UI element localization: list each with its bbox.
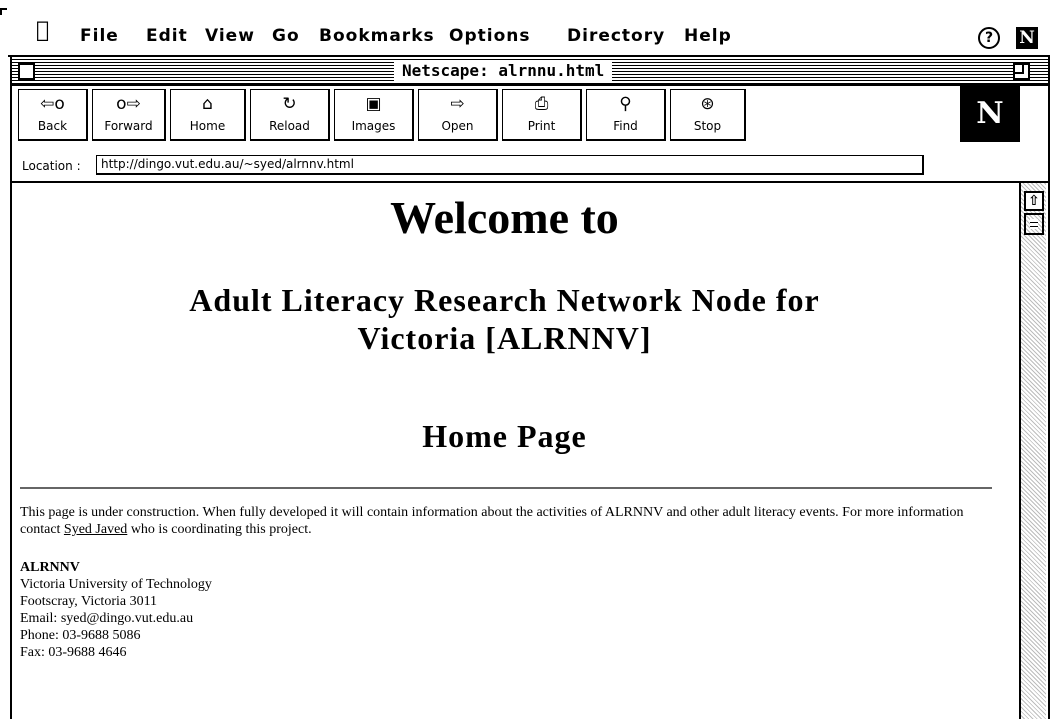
house-icon: ⌂ [202, 94, 213, 114]
toolbar: ⇦o Back o⇨ Forward ⌂ Home ↻ Reload ▣ Ima… [12, 86, 1048, 148]
title-bar[interactable]: Netscape: alrnnu.html [12, 57, 1048, 86]
find-button[interactable]: ⚲ Find [586, 89, 666, 141]
scroll-thumb[interactable] [1024, 213, 1044, 235]
organization-title-line2: Victoria [ALRNNV] [357, 320, 652, 356]
location-field[interactable]: http://dingo.vut.edu.au/~syed/alrnnv.htm… [96, 155, 924, 175]
horizontal-rule [20, 487, 992, 489]
back-button-label: Back [37, 119, 68, 133]
forward-button-label: Forward [104, 119, 153, 133]
printer-icon: ⎙ [534, 94, 549, 114]
help-balloon-icon[interactable]: ? [978, 27, 1000, 49]
home-button[interactable]: ⌂ Home [170, 89, 246, 141]
images-button[interactable]: ▣ Images [334, 89, 414, 141]
stop-icon: ⊛ [700, 94, 715, 114]
open-button[interactable]: ⇨ Open [418, 89, 498, 141]
reload-button[interactable]: ↻ Reload [250, 89, 330, 141]
open-icon: ⇨ [450, 94, 465, 114]
reload-button-label: Reload [269, 119, 310, 133]
scroll-up-arrow-icon[interactable]: ⇧ [1024, 191, 1044, 211]
stop-button[interactable]: ⊛ Stop [670, 89, 746, 141]
contact-fax: Fax: 03-9688 4646 [20, 645, 127, 660]
back-arrow-icon: ⇦o [40, 94, 65, 114]
page-content: Welcome to Adult Literacy Research Netwo… [12, 183, 1017, 719]
menu-bar:  File Edit View Go Bookmarks Options Di… [0, 0, 1050, 57]
menu-options[interactable]: Options [449, 26, 530, 46]
menu-edit[interactable]: Edit [146, 26, 188, 46]
vertical-scrollbar[interactable]: ⇧ [1019, 183, 1046, 719]
images-button-label: Images [351, 119, 396, 133]
find-button-label: Find [613, 119, 638, 133]
page-subheading: Home Page [422, 418, 587, 454]
print-button[interactable]: ⎙ Print [502, 89, 582, 141]
contact-phone: Phone: 03-9688 5086 [20, 628, 141, 643]
contact-email: Email: syed@dingo.vut.edu.au [20, 611, 194, 626]
menu-help[interactable]: Help [684, 26, 732, 46]
images-icon: ▣ [365, 94, 382, 114]
location-bar: Location : http://dingo.vut.edu.au/~syed… [12, 149, 1048, 183]
menu-view[interactable]: View [205, 26, 255, 46]
page-heading: Welcome to [390, 192, 619, 243]
menu-file[interactable]: File [80, 26, 119, 46]
organization-title: Adult Literacy Research Network Node for… [12, 281, 997, 357]
intro-paragraph: This page is under construction. When fu… [20, 504, 995, 538]
location-label: Location : [22, 159, 81, 173]
forward-arrow-icon: o⇨ [116, 94, 141, 114]
menu-go[interactable]: Go [272, 26, 300, 46]
netscape-app-icon[interactable]: N [1016, 27, 1038, 49]
organization-title-line1: Adult Literacy Research Network Node for [189, 282, 820, 318]
back-button[interactable]: ⇦o Back [18, 89, 88, 141]
print-button-label: Print [527, 119, 556, 133]
apple-icon[interactable]:  [36, 20, 49, 42]
screen-corner [0, 8, 7, 15]
menu-bookmarks[interactable]: Bookmarks [319, 26, 435, 46]
stop-button-label: Stop [693, 119, 722, 133]
browser-window: Netscape: alrnnu.html ⇦o Back o⇨ Forward… [10, 57, 1050, 719]
intro-text-after: who is coordinating this project. [127, 522, 312, 537]
reload-icon: ↻ [282, 94, 297, 114]
window-title: Netscape: alrnnu.html [394, 61, 613, 81]
contact-university: Victoria University of Technology [20, 577, 212, 592]
home-button-label: Home [189, 119, 226, 133]
menu-directory[interactable]: Directory [567, 26, 665, 46]
close-box[interactable] [18, 63, 35, 80]
contact-link[interactable]: Syed Javed [64, 522, 127, 537]
contact-block: ALRNNV Victoria University of Technology… [20, 559, 212, 661]
contact-address: Footscray, Victoria 3011 [20, 594, 158, 609]
zoom-box[interactable] [1013, 63, 1030, 80]
binoculars-icon: ⚲ [619, 94, 632, 114]
open-button-label: Open [441, 119, 474, 133]
contact-organization: ALRNNV [20, 560, 80, 575]
netscape-logo-icon[interactable]: N [960, 86, 1020, 142]
forward-button[interactable]: o⇨ Forward [92, 89, 166, 141]
